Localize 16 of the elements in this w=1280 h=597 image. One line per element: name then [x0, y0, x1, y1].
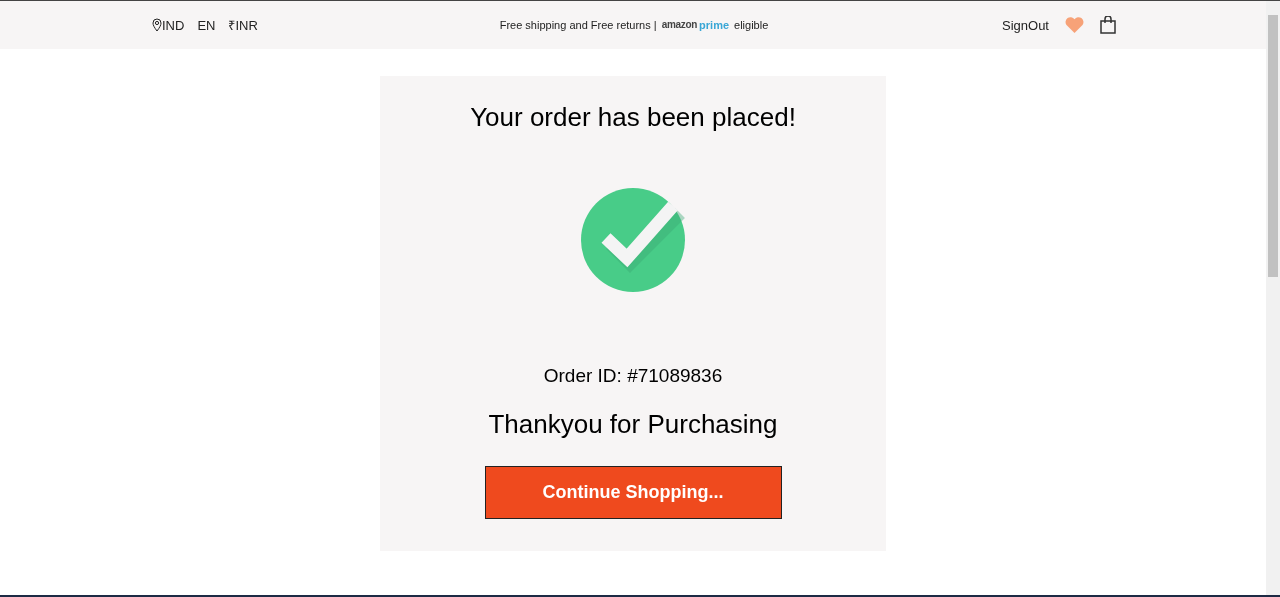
currency-link[interactable]: ₹INR — [228, 16, 258, 34]
promo-text: Free shipping and Free returns | — [499, 19, 657, 31]
order-title: Your order has been placed! — [470, 102, 796, 133]
promo-suffix: eligible — [734, 19, 769, 31]
shopping-bag-icon[interactable] — [1100, 16, 1116, 34]
scrollbar[interactable] — [1266, 1, 1280, 595]
prime-logo: amazon prime — [661, 19, 730, 31]
continue-shopping-button[interactable]: Continue Shopping... — [484, 466, 782, 519]
language-link[interactable]: EN — [197, 17, 216, 33]
checkmark-icon — [581, 188, 685, 292]
heart-icon[interactable] — [1065, 17, 1084, 33]
country-link[interactable]: IND — [152, 17, 185, 33]
thank-you-text: Thankyou for Purchasing — [488, 409, 778, 440]
order-id: Order ID: #71089836 — [543, 365, 723, 387]
sign-out-link[interactable]: SignOut — [1002, 17, 1049, 33]
location-pin-icon — [152, 18, 162, 32]
